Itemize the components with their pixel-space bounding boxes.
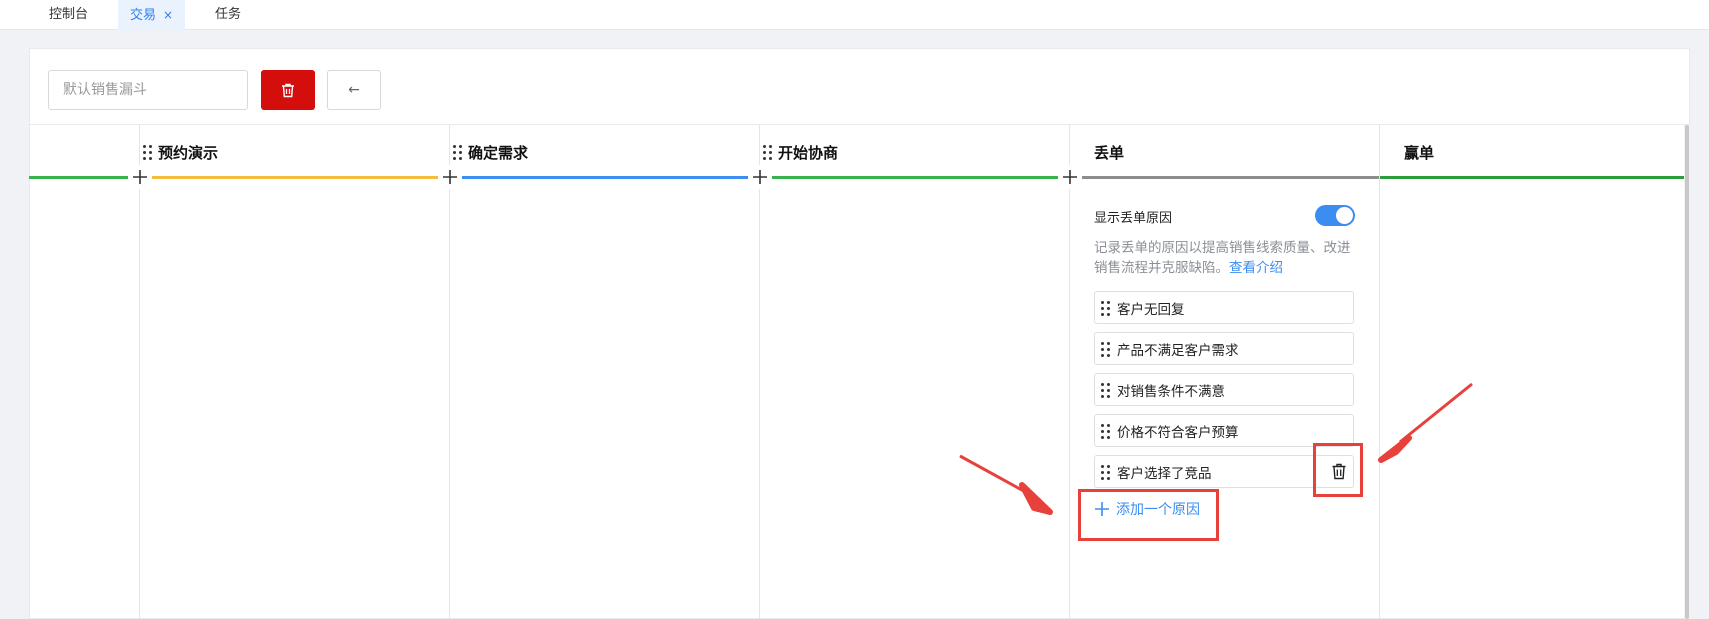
stage-header-lost: 丢单	[1094, 140, 1124, 164]
trash-icon	[282, 83, 294, 97]
drag-handle-icon[interactable]	[1101, 300, 1111, 316]
toggle-knob	[1336, 207, 1353, 224]
tab-dashboard[interactable]: 控制台	[37, 0, 100, 30]
close-icon[interactable]: ×	[163, 8, 173, 22]
lost-reason-item[interactable]: 对销售条件不满意	[1094, 373, 1354, 406]
lost-reason-label: 产品不满足客户需求	[1117, 342, 1239, 359]
lost-reason-toggle[interactable]	[1315, 205, 1355, 226]
tab-deals-label: 交易	[130, 8, 157, 23]
lost-reason-label: 客户无回复	[1117, 301, 1185, 318]
plus-icon	[133, 170, 147, 184]
stage-line-5	[1380, 176, 1690, 179]
drag-handle-icon[interactable]	[143, 144, 153, 160]
stage-name: 开始协商	[778, 143, 839, 162]
tab-dashboard-label: 控制台	[49, 7, 89, 22]
stage-name: 赢单	[1404, 143, 1435, 162]
drag-handle-icon[interactable]	[763, 144, 773, 160]
drag-handle-icon[interactable]	[1101, 382, 1111, 398]
add-stage-button[interactable]	[438, 165, 462, 189]
pipeline-name-input[interactable]: 默认销售漏斗	[48, 70, 248, 110]
lost-reason-item[interactable]: 产品不满足客户需求	[1094, 332, 1354, 365]
add-stage-button[interactable]	[1058, 165, 1082, 189]
stage-name: 丢单	[1094, 143, 1125, 162]
stage-name: 预约演示	[158, 143, 219, 162]
left-edge	[0, 30, 10, 619]
stage-header-demo[interactable]: 预约演示	[143, 140, 218, 164]
lost-reason-item[interactable]: 客户无回复	[1094, 291, 1354, 324]
tab-bar: 控制台 交易 × 任务	[0, 0, 1709, 30]
plus-icon	[443, 170, 457, 184]
back-button[interactable]: ←	[327, 70, 381, 110]
column-divider	[449, 125, 450, 619]
tab-tasks[interactable]: 任务	[203, 0, 253, 30]
description-text: 记录丢单的原因以提高销售线索质量、改进销售流程并克服缺陷。	[1094, 240, 1351, 276]
tab-tasks-label: 任务	[215, 7, 242, 22]
stage-line-4	[1070, 176, 1379, 179]
column-divider	[1069, 125, 1070, 619]
stage-line-3	[760, 176, 1069, 179]
arrow-left-icon: ←	[348, 82, 360, 98]
lost-reason-label: 价格不符合客户预算	[1117, 424, 1239, 441]
lost-reason-description: 记录丢单的原因以提高销售线索质量、改进销售流程并克服缺陷。查看介绍	[1094, 238, 1358, 278]
learn-more-link[interactable]: 查看介绍	[1229, 260, 1283, 276]
stage-line-previous	[29, 176, 139, 179]
stage-header-negotiation[interactable]: 开始协商	[763, 140, 838, 164]
highlight-box-add-reason	[1078, 489, 1219, 541]
tab-deals[interactable]: 交易 ×	[118, 0, 186, 30]
column-divider	[1379, 125, 1380, 619]
pipeline-card	[29, 48, 1690, 619]
column-divider	[759, 125, 760, 619]
add-stage-button[interactable]	[748, 165, 772, 189]
scrollbar[interactable]	[1685, 125, 1689, 619]
stage-name: 确定需求	[468, 143, 529, 162]
stage-line-2	[450, 176, 759, 179]
add-stage-button[interactable]	[128, 165, 152, 189]
stage-line-1	[140, 176, 449, 179]
delete-pipeline-button[interactable]	[261, 70, 315, 110]
drag-handle-icon[interactable]	[453, 144, 463, 160]
lost-reason-label: 客户选择了竞品	[1117, 465, 1212, 482]
plus-icon	[1063, 170, 1077, 184]
plus-icon	[753, 170, 767, 184]
column-divider	[139, 125, 140, 619]
lost-reason-label: 对销售条件不满意	[1117, 383, 1225, 400]
drag-handle-icon[interactable]	[1101, 341, 1111, 357]
lost-reason-toggle-label: 显示丢单原因	[1094, 211, 1173, 226]
board-top-border	[29, 124, 1690, 125]
drag-handle-icon[interactable]	[1101, 464, 1111, 480]
stage-header-won: 赢单	[1404, 140, 1434, 164]
drag-handle-icon[interactable]	[1101, 423, 1111, 439]
highlight-box-delete-reason	[1313, 443, 1363, 497]
stage-header-needs[interactable]: 确定需求	[453, 140, 528, 164]
